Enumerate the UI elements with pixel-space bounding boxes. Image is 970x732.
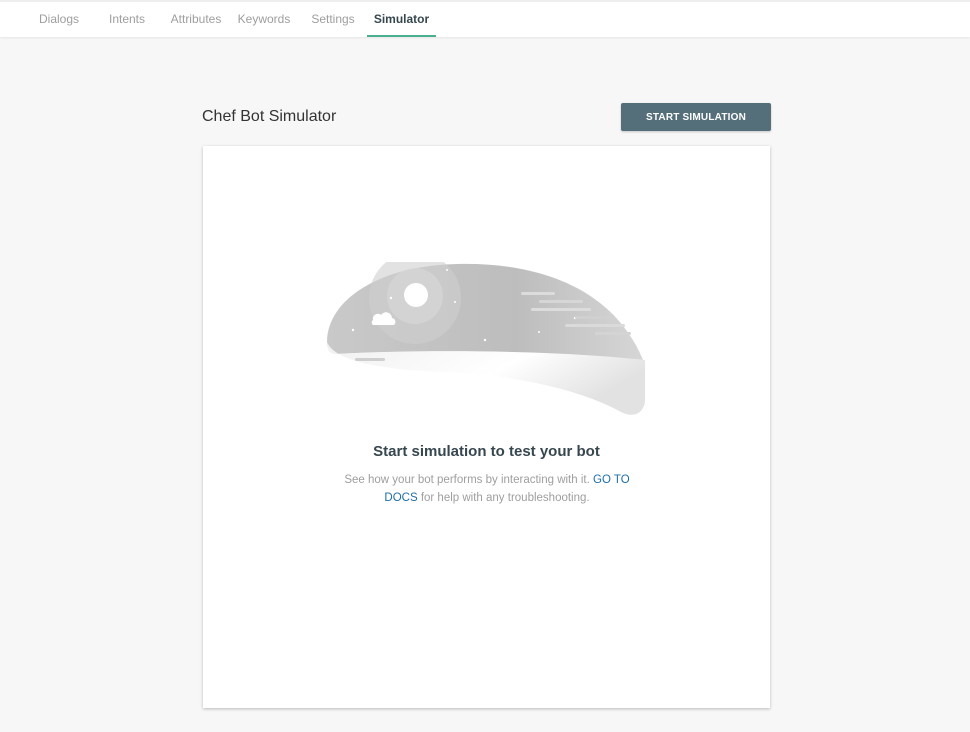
night-sky-illustration-icon — [327, 262, 645, 415]
tab-simulator[interactable]: Simulator — [367, 2, 436, 37]
top-nav-bar: Dialogs Intents Attributes Keywords Sett… — [0, 0, 970, 37]
tab-dialogs[interactable]: Dialogs — [30, 2, 88, 37]
tab-attributes[interactable]: Attributes — [162, 2, 230, 37]
tab-settings[interactable]: Settings — [302, 2, 364, 37]
simulator-card: Start simulation to test your bot See ho… — [203, 146, 770, 708]
tab-keywords[interactable]: Keywords — [232, 2, 296, 37]
tab-intents[interactable]: Intents — [100, 2, 154, 37]
page-title: Chef Bot Simulator — [202, 108, 337, 125]
description-text-after: for help with any troubleshooting. — [417, 492, 590, 504]
empty-state-title: Start simulation to test your bot — [373, 443, 600, 460]
start-simulation-button[interactable]: START SIMULATION — [621, 103, 771, 131]
empty-state-description: See how your bot performs by interacting… — [329, 471, 645, 507]
description-text-before: See how your bot performs by interacting… — [344, 474, 593, 486]
